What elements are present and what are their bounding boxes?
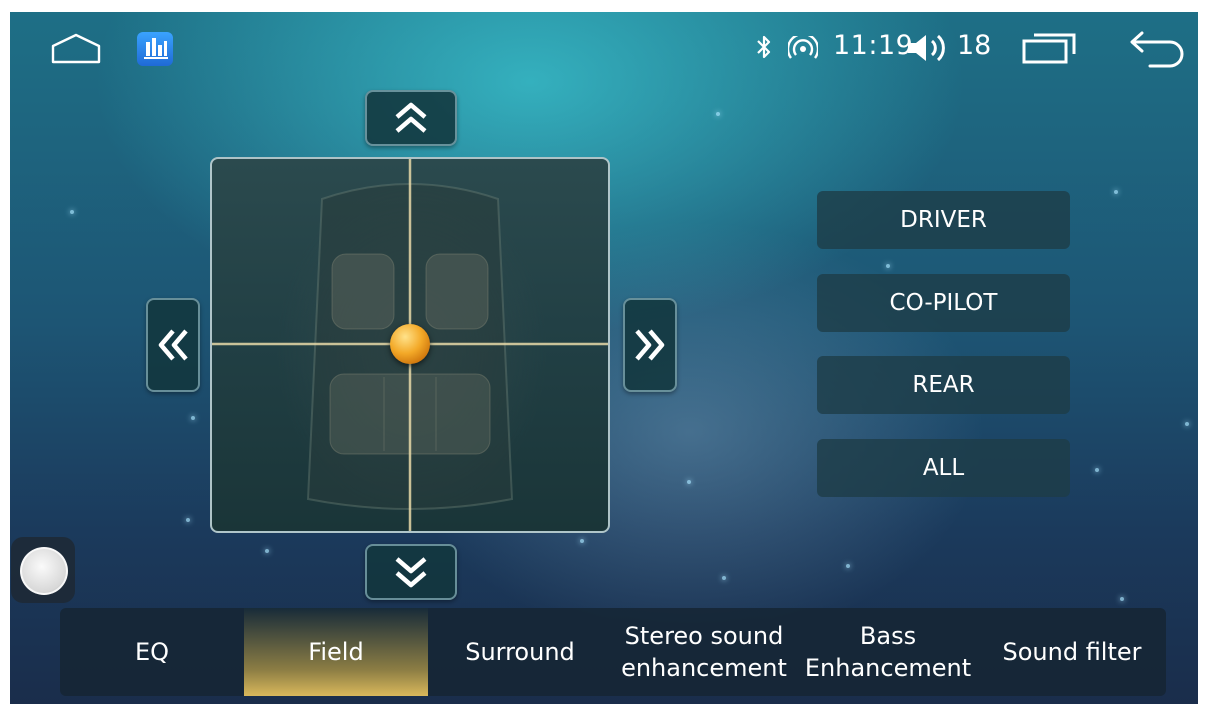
move-up-button[interactable] (365, 90, 457, 146)
tab-label: Bass Enhancement (804, 622, 972, 682)
background-sparkle (1185, 422, 1189, 426)
tab-label: EQ (134, 638, 170, 666)
volume-icon (908, 34, 945, 62)
tab-eq[interactable]: EQ (60, 608, 244, 696)
tab-stereo-sound-enhancement[interactable]: Stereo sound enhancement (612, 608, 796, 696)
double-chevron-down-icon (395, 557, 427, 588)
tab-label: Field (308, 638, 364, 666)
audio-tab-bar: EQ Field Surround Stereo sound enhanceme… (60, 608, 1166, 696)
move-left-button[interactable] (146, 298, 200, 392)
audio-settings-screen: 11:19 18 DRIVER CO-PILOT REAR ALL EQ Fie… (10, 12, 1198, 704)
tab-sound-filter[interactable]: Sound filter (980, 608, 1164, 696)
background-sparkle (1095, 468, 1099, 472)
move-right-button[interactable] (623, 298, 677, 392)
tab-label: Sound filter (1002, 638, 1142, 666)
status-bar: 11:19 18 (10, 12, 1198, 76)
volume-level: 18 (957, 30, 992, 61)
background-sparkle (716, 112, 720, 116)
home-icon[interactable] (50, 32, 102, 64)
double-chevron-up-icon (395, 102, 427, 133)
double-chevron-left-icon (158, 329, 188, 361)
tab-label: Surround (465, 638, 575, 666)
sound-field-panel[interactable] (210, 157, 610, 533)
clock: 11:19 (833, 30, 914, 61)
tab-label: Stereo sound enhancement (621, 622, 787, 682)
tab-bass-enhancement[interactable]: Bass Enhancement (796, 608, 980, 696)
background-sparkle (886, 264, 890, 268)
assistive-touch-icon (20, 547, 68, 595)
background-sparkle (687, 480, 691, 484)
tab-field[interactable]: Field (244, 608, 428, 696)
zone-driver-button[interactable]: DRIVER (817, 191, 1070, 249)
bluetooth-icon (757, 35, 771, 59)
background-sparkle (1120, 597, 1124, 601)
hotspot-icon (788, 36, 818, 59)
background-sparkle (580, 539, 584, 543)
zone-label: DRIVER (900, 207, 987, 233)
zone-label: ALL (922, 455, 965, 481)
move-down-button[interactable] (365, 544, 457, 600)
zone-label: CO-PILOT (889, 290, 998, 316)
zone-label: REAR (912, 372, 975, 398)
zone-rear-button[interactable]: REAR (817, 356, 1070, 414)
background-sparkle (186, 518, 190, 522)
double-chevron-right-icon (635, 329, 665, 361)
background-sparkle (846, 564, 850, 568)
balance-focus-handle[interactable] (390, 324, 430, 364)
zone-co-pilot-button[interactable]: CO-PILOT (817, 274, 1070, 332)
background-sparkle (1114, 190, 1118, 194)
background-sparkle (265, 549, 269, 553)
assistive-touch-button[interactable] (11, 537, 75, 603)
equalizer-app-icon[interactable] (137, 32, 173, 66)
zone-all-button[interactable]: ALL (817, 439, 1070, 497)
background-sparkle (70, 210, 74, 214)
recent-apps-icon[interactable] (1020, 30, 1078, 66)
back-icon[interactable] (1128, 28, 1186, 68)
background-sparkle (722, 576, 726, 580)
tab-surround[interactable]: Surround (428, 608, 612, 696)
background-sparkle (191, 416, 195, 420)
